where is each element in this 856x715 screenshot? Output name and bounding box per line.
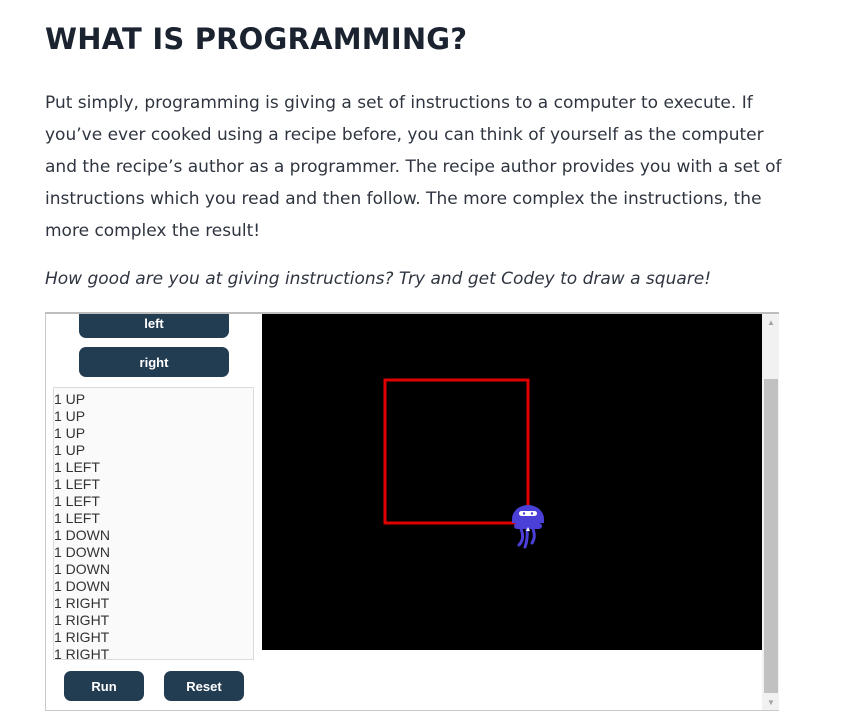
instruction-list[interactable]: 1 UP 1 UP 1 UP 1 UP 1 LEFT 1 LEFT 1 LEFT 1 LEFT…	[53, 387, 254, 660]
instruction-item[interactable]: 1 DOWN	[54, 544, 253, 561]
scrollbar-thumb[interactable]	[764, 379, 778, 693]
instruction-item[interactable]: 1 DOWN	[54, 527, 253, 544]
drawing-canvas	[262, 314, 762, 650]
codey-robot-icon	[512, 505, 544, 549]
instruction-item[interactable]: 1 DOWN	[54, 561, 253, 578]
scroll-down-arrow[interactable]: ▼	[762, 696, 779, 710]
instruction-item[interactable]: 1 LEFT	[54, 493, 253, 510]
reset-button[interactable]: Reset	[164, 671, 244, 701]
instruction-item[interactable]: 1 LEFT	[54, 476, 253, 493]
page-title: WHAT IS PROGRAMMING?	[45, 22, 468, 56]
instruction-item[interactable]: 1 RIGHT	[54, 646, 253, 659]
instruction-item[interactable]: 1 UP	[54, 442, 253, 459]
challenge-question: How good are you at giving instructions?…	[45, 269, 712, 289]
intro-paragraph: Put simply, programming is giving a set …	[45, 93, 782, 241]
instruction-item[interactable]: 1 RIGHT	[54, 595, 253, 612]
instruction-item[interactable]: 1 LEFT	[54, 459, 253, 476]
run-button[interactable]: Run	[64, 671, 144, 701]
right-button[interactable]: right	[79, 347, 229, 377]
left-button[interactable]: left	[79, 314, 229, 338]
instruction-item[interactable]: 1 RIGHT	[54, 629, 253, 646]
instruction-item[interactable]: 1 UP	[54, 425, 253, 442]
canvas-svg	[383, 378, 544, 549]
widget-scrollbar[interactable]: ▲ ▼	[762, 314, 779, 710]
instruction-item[interactable]: 1 UP	[54, 391, 253, 408]
instruction-item[interactable]: 1 LEFT	[54, 510, 253, 527]
instruction-item[interactable]: 1 UP	[54, 408, 253, 425]
codey-widget: left right 1 UP 1 UP 1 UP 1 UP 1 LEFT 1 LEFT 1…	[45, 312, 779, 711]
instruction-item[interactable]: 1 RIGHT	[54, 612, 253, 629]
instruction-item[interactable]: 1 DOWN	[54, 578, 253, 595]
square-path	[383, 378, 530, 525]
scroll-up-arrow[interactable]: ▲	[762, 316, 779, 330]
